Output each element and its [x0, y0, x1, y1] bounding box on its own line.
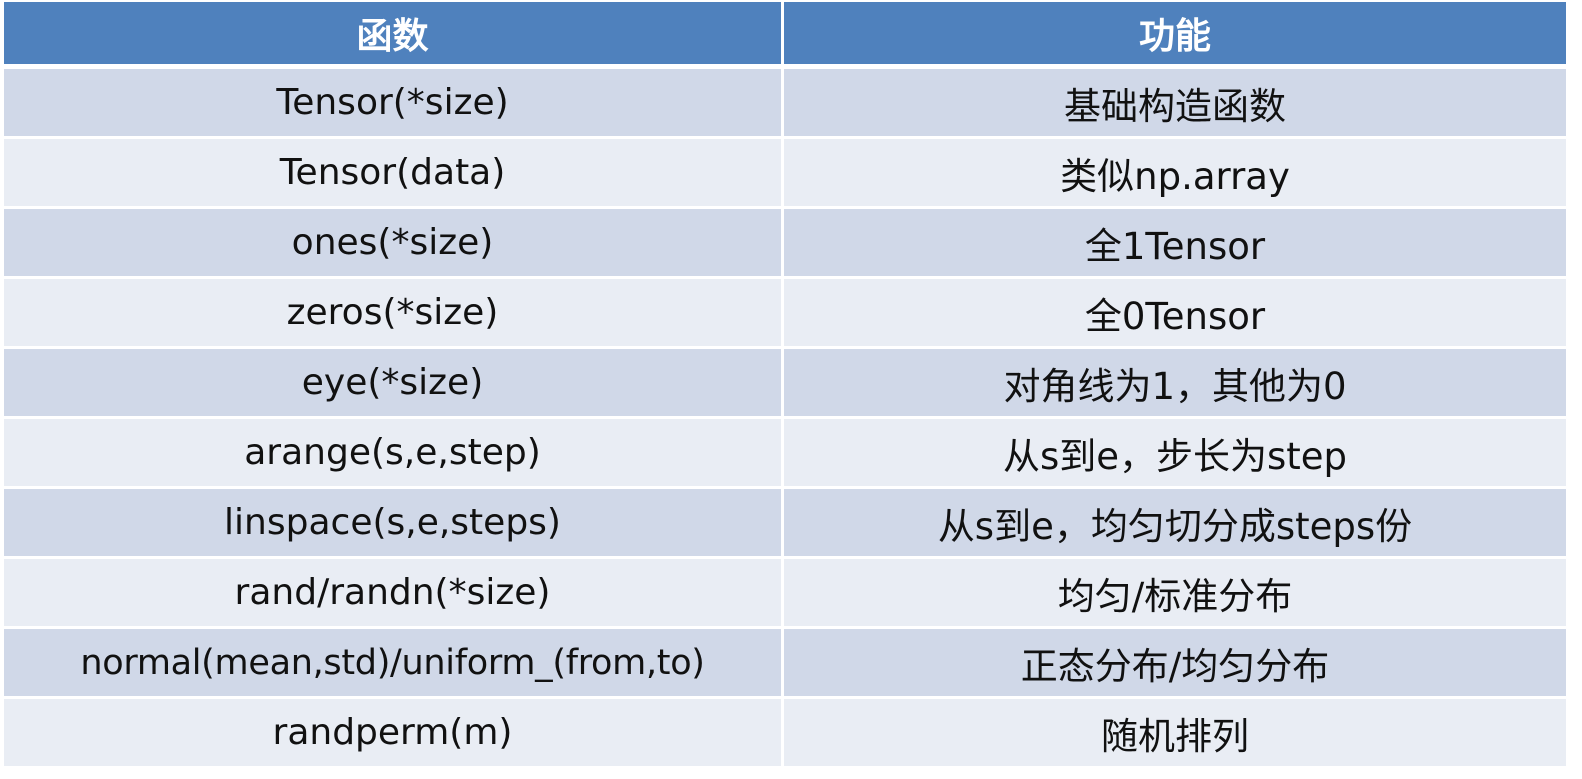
- function-cell: randperm(m): [4, 699, 784, 769]
- table-row: linspace(s,e,steps) 从s到e，均匀切分成steps份: [4, 489, 1566, 559]
- description-cell: 全1Tensor: [784, 209, 1566, 279]
- table-header: 函数 功能: [4, 2, 1566, 69]
- table-row: randperm(m) 随机排列: [4, 699, 1566, 769]
- tensor-functions-table: 函数 功能 Tensor(*size) 基础构造函数 Tensor(data) …: [4, 2, 1566, 769]
- description-cell: 从s到e，步长为step: [784, 419, 1566, 489]
- header-row: 函数 功能: [4, 2, 1566, 69]
- table-row: arange(s,e,step) 从s到e，步长为step: [4, 419, 1566, 489]
- table-row: rand/randn(*size) 均匀/标准分布: [4, 559, 1566, 629]
- description-cell: 正态分布/均匀分布: [784, 629, 1566, 699]
- description-cell: 随机排列: [784, 699, 1566, 769]
- table-row: eye(*size) 对角线为1，其他为0: [4, 349, 1566, 419]
- table-row: ones(*size) 全1Tensor: [4, 209, 1566, 279]
- function-cell: ones(*size): [4, 209, 784, 279]
- description-cell: 从s到e，均匀切分成steps份: [784, 489, 1566, 559]
- function-cell: eye(*size): [4, 349, 784, 419]
- table-row: Tensor(*size) 基础构造函数: [4, 69, 1566, 139]
- header-function: 函数: [4, 2, 784, 69]
- table-row: normal(mean,std)/uniform_(from,to) 正态分布/…: [4, 629, 1566, 699]
- table-row: Tensor(data) 类似np.array: [4, 139, 1566, 209]
- function-cell: rand/randn(*size): [4, 559, 784, 629]
- function-cell: linspace(s,e,steps): [4, 489, 784, 559]
- description-cell: 全0Tensor: [784, 279, 1566, 349]
- table-body: Tensor(*size) 基础构造函数 Tensor(data) 类似np.a…: [4, 69, 1566, 769]
- function-cell: Tensor(*size): [4, 69, 784, 139]
- function-cell: Tensor(data): [4, 139, 784, 209]
- function-cell: arange(s,e,step): [4, 419, 784, 489]
- function-cell: normal(mean,std)/uniform_(from,to): [4, 629, 784, 699]
- description-cell: 基础构造函数: [784, 69, 1566, 139]
- description-cell: 类似np.array: [784, 139, 1566, 209]
- description-cell: 均匀/标准分布: [784, 559, 1566, 629]
- function-cell: zeros(*size): [4, 279, 784, 349]
- header-description: 功能: [784, 2, 1566, 69]
- description-cell: 对角线为1，其他为0: [784, 349, 1566, 419]
- table-row: zeros(*size) 全0Tensor: [4, 279, 1566, 349]
